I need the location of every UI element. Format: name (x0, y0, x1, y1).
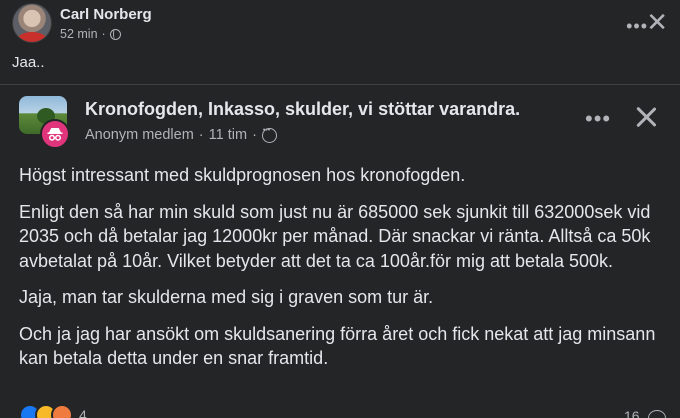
group-name[interactable]: Kronofogden, Inkasso, skulder, vi stötta… (85, 99, 520, 120)
meta-separator: · (198, 127, 204, 143)
avatar-shirt (17, 32, 47, 42)
globe-icon (109, 28, 121, 40)
post-time[interactable]: 52 min (60, 27, 98, 41)
outer-post-header: Carl Norberg 52 min · ••• ✕ (12, 3, 668, 43)
close-icon[interactable] (632, 103, 660, 131)
post-meta: 52 min · (60, 27, 121, 41)
comment-count[interactable]: 16 (624, 408, 640, 418)
author-avatar[interactable] (12, 3, 52, 43)
author-name[interactable]: Carl Norberg (60, 6, 152, 23)
body-paragraph: Högst intressant med skuldprognosen hos … (19, 165, 466, 185)
meta-dot: · (101, 27, 106, 41)
care-icon (51, 404, 73, 418)
meta-separator-2: · (252, 127, 257, 143)
more-options-icon[interactable]: ••• (585, 108, 611, 130)
body-paragraph: Och ja jag har ansökt om skuldsanering f… (19, 323, 656, 369)
reactions-bar[interactable]: 4 (19, 404, 87, 418)
reaction-count[interactable]: 4 (79, 407, 87, 418)
anonymous-avatar (40, 119, 70, 149)
shared-post-time[interactable]: 11 tim (209, 127, 247, 143)
group-icon (261, 127, 277, 143)
anonymous-icon (47, 128, 63, 141)
body-paragraph: Enligt den så har min skuld som just nu … (19, 201, 651, 271)
body-paragraph: Jaja, man tar skulderna med sig i graven… (19, 287, 434, 307)
shared-post-meta: Anonym medlem · 11 tim · (85, 127, 277, 143)
post-text: Jaa.. (12, 54, 45, 71)
shared-post-author[interactable]: Anonym medlem (85, 127, 194, 143)
shared-post-body: Högst intressant med skuldprognosen hos … (19, 163, 669, 383)
close-icon[interactable]: ✕ (646, 9, 668, 35)
more-options-icon[interactable]: ••• (626, 17, 648, 35)
